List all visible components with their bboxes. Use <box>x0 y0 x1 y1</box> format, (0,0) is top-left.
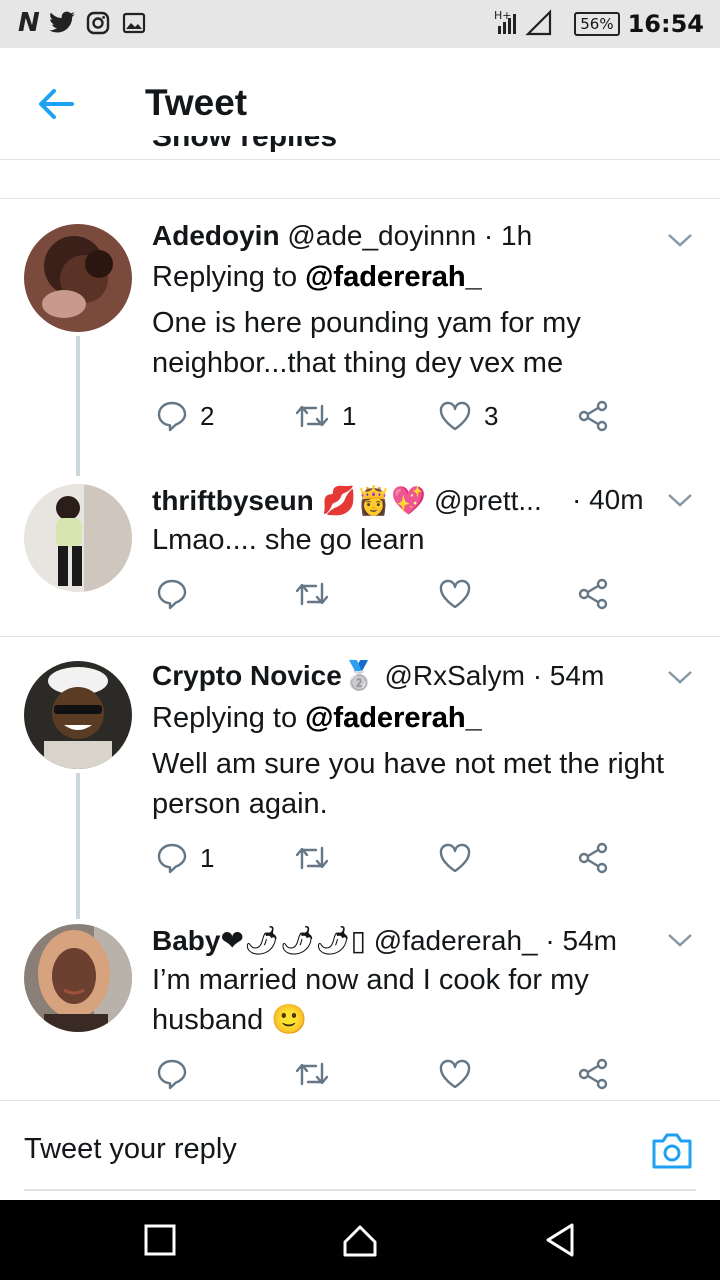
tweet-actions <box>152 1058 622 1098</box>
reply-icon <box>157 401 187 432</box>
name-emoji: ❤🌶🌶🌶▯ <box>220 925 366 956</box>
clock: 16:54 <box>627 10 704 38</box>
share-button[interactable] <box>578 842 610 874</box>
reply-count: 1 <box>200 842 215 873</box>
reply-button[interactable] <box>156 1058 188 1090</box>
retweet-icon <box>295 404 329 428</box>
smile-emoji: 🙂 <box>271 1004 308 1036</box>
mention-link[interactable]: @fadererah_ <box>305 261 482 293</box>
battery-indicator: 56% <box>574 12 620 36</box>
tweet-time: · 40m <box>572 484 644 515</box>
share-icon <box>578 400 608 432</box>
reply-button[interactable]: 1 <box>156 842 214 874</box>
tweet-text: I’m married now and I cook for my husban… <box>152 964 589 1036</box>
share-icon <box>578 842 608 874</box>
n-icon: N <box>18 8 40 38</box>
tweet-actions: 1 <box>152 842 622 882</box>
thread-line <box>76 336 80 476</box>
reply-input[interactable]: Tweet your reply <box>24 1133 237 1166</box>
heart-icon <box>439 401 471 431</box>
back-arrow-icon[interactable] <box>34 84 78 124</box>
author-name[interactable]: thriftbyseun <box>152 485 314 516</box>
share-button[interactable] <box>578 1058 610 1090</box>
retweet-button[interactable] <box>294 1058 330 1090</box>
share-button[interactable] <box>578 400 610 432</box>
chevron-down-icon[interactable] <box>666 230 694 250</box>
like-button[interactable]: 3 <box>438 400 498 432</box>
reply-icon <box>157 1059 187 1090</box>
tweet-actions <box>152 578 622 618</box>
instagram-icon <box>84 9 112 37</box>
signal-icon: H+ <box>494 8 566 40</box>
share-icon <box>578 578 608 610</box>
like-button[interactable] <box>438 578 472 610</box>
author-name[interactable]: Crypto Novice <box>152 660 342 691</box>
retweet-button[interactable]: 1 <box>294 400 356 432</box>
heart-icon <box>439 579 471 609</box>
tweet[interactable]: thriftbyseun 💋👸💖 @prett... · 40m Lmao...… <box>0 470 720 635</box>
system-nav-bar <box>0 1200 720 1280</box>
reply-count: 2 <box>200 400 215 431</box>
share-icon <box>578 1058 608 1090</box>
input-underline <box>24 1189 696 1191</box>
app-header: Tweet <box>0 48 720 160</box>
retweet-count: 1 <box>342 400 357 431</box>
replying-to-label: Replying to <box>152 261 298 293</box>
reply-icon <box>157 843 187 874</box>
tweet-text: One is here pounding yam for my neighbor… <box>152 307 581 379</box>
chevron-down-icon[interactable] <box>666 930 694 950</box>
avatar[interactable] <box>24 484 132 592</box>
mention-link[interactable]: @fadererah_ <box>305 702 482 734</box>
share-button[interactable] <box>578 578 610 610</box>
author-name[interactable]: Adedoyin <box>152 220 280 251</box>
author-handle: @prett... <box>433 485 542 516</box>
tweet[interactable]: Crypto Novice🥈 @RxSalym · 54m Replying t… <box>0 637 720 919</box>
reply-icon <box>157 579 187 610</box>
tweet[interactable]: Baby❤🌶🌶🌶▯ @fadererah_ · 54m I’m married … <box>0 910 720 1100</box>
retweet-button[interactable] <box>294 578 330 610</box>
author-name[interactable]: Baby <box>152 925 220 956</box>
retweet-icon <box>295 846 329 870</box>
heart-icon <box>439 843 471 873</box>
name-emoji: 💋👸💖 <box>321 485 427 516</box>
tweet-actions: 2 1 3 <box>152 400 622 440</box>
tweet-text: Well am sure you have not met the right … <box>152 748 665 820</box>
divider <box>0 198 720 199</box>
reply-button[interactable] <box>156 578 188 610</box>
heart-icon <box>439 1059 471 1089</box>
thread-line <box>76 773 80 919</box>
retweet-button[interactable] <box>294 842 330 874</box>
retweet-icon <box>295 1062 329 1086</box>
back-triangle-icon[interactable] <box>540 1220 580 1260</box>
chevron-down-icon[interactable] <box>666 490 694 510</box>
reply-composer: Tweet your reply <box>0 1100 720 1200</box>
like-count: 3 <box>484 400 499 431</box>
camera-icon[interactable] <box>650 1131 694 1171</box>
like-button[interactable] <box>438 1058 472 1090</box>
retweet-icon <box>295 582 329 606</box>
reply-button[interactable]: 2 <box>156 400 214 432</box>
chevron-down-icon[interactable] <box>666 667 694 687</box>
home-icon[interactable] <box>340 1220 380 1260</box>
page-title: Tweet <box>145 82 248 123</box>
twitter-bird-icon <box>48 9 76 37</box>
avatar[interactable] <box>24 924 132 1032</box>
replying-to-label: Replying to <box>152 702 298 734</box>
like-button[interactable] <box>438 842 472 874</box>
author-handle-time: @RxSalym · 54m <box>384 660 605 691</box>
recents-square-icon[interactable] <box>140 1220 180 1260</box>
medal-icon: 🥈 <box>341 660 377 691</box>
avatar[interactable] <box>24 224 132 332</box>
tweet-text: Lmao.... she go learn <box>152 524 425 556</box>
avatar[interactable] <box>24 661 132 769</box>
tweet[interactable]: Adedoyin @ade_doyinnn · 1h Replying to @… <box>0 200 720 476</box>
status-bar: N H+ 56% 16:54 <box>0 0 720 48</box>
gallery-icon <box>120 9 148 37</box>
author-handle-time: @fadererah_ · 54m <box>373 925 617 956</box>
show-replies-link[interactable]: Show replies <box>152 136 337 160</box>
author-handle-time: @ade_doyinnn · 1h <box>287 220 533 251</box>
